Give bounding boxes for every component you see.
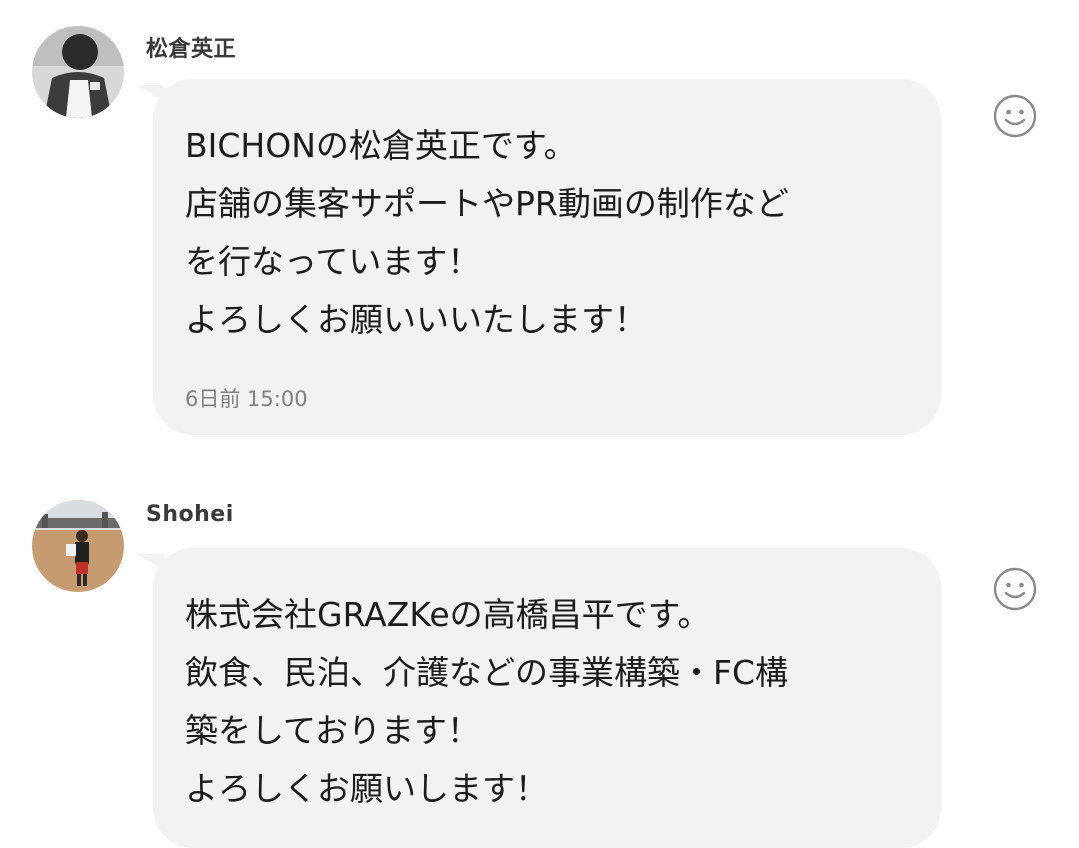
message-text-line: 株式会社GRAZKeの高橋昌平です。 [185,595,711,634]
message-text-line: 飲食、民泊、介護などの事業構築・FC構 [185,653,789,692]
avatar[interactable] [32,500,124,592]
message-text-line: よろしくお願いします！ [185,769,548,808]
message-bubble: 株式会社GRAZKeの高橋昌平です。 飲食、民泊、介護などの事業構築・FC構 築… [153,548,941,848]
message-timestamp: 6日前 15:00 [185,387,308,411]
message-text-line: 築をしております！ [185,711,481,750]
avatar[interactable] [32,26,124,118]
message-text-line: を行なっています！ [185,242,481,281]
sender-name: Shohei [146,502,234,527]
smiley-icon[interactable] [991,92,1039,140]
message-bubble: BICHONの松倉英正です。 店舗の集客サポートやPR動画の制作など を行なって… [153,79,941,435]
message-text-line: よろしくお願いいいたします！ [185,300,647,339]
sender-name: 松倉英正 [146,37,237,62]
message-text-line: BICHONの松倉英正です。 [185,126,577,165]
smiley-icon[interactable] [991,565,1039,613]
message-text-line: 店舗の集客サポートやPR動画の制作など [185,184,789,223]
